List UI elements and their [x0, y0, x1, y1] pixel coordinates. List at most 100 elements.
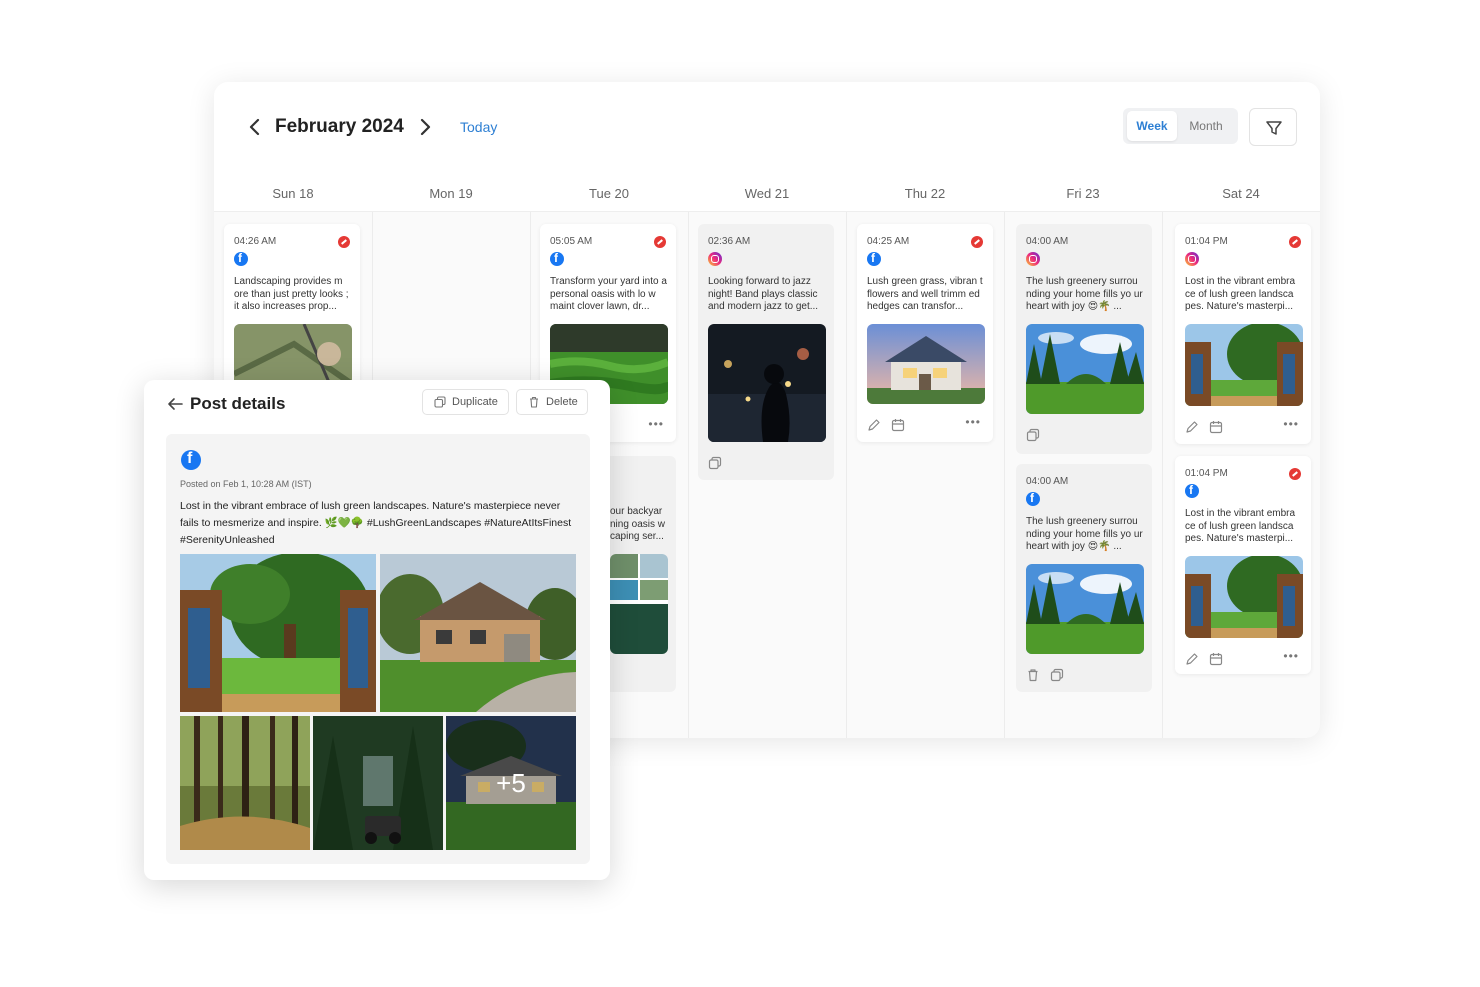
copy-icon[interactable]: [1050, 668, 1064, 682]
day-headers: Sun 18 Mon 19 Tue 20 Wed 21 Thu 22 Fri 2…: [214, 174, 1320, 212]
post-image: [1185, 556, 1303, 638]
copy-icon[interactable]: [708, 456, 722, 470]
today-button[interactable]: Today: [460, 119, 497, 135]
facebook-icon: [1185, 483, 1199, 498]
post-caption: Lost in the vibrant embrace of lush gree…: [180, 500, 572, 546]
gallery-image[interactable]: [180, 554, 376, 712]
gallery-image[interactable]: [313, 716, 443, 850]
post-image: [1026, 324, 1144, 414]
post-image: [610, 554, 668, 654]
post-time: 04:25 AM: [867, 236, 910, 247]
instagram-icon: [1185, 252, 1199, 266]
error-status-icon: [654, 236, 666, 248]
facebook-icon: [1026, 491, 1040, 506]
post-card-fri-2[interactable]: 04:00 AM The lush greenery surrou nding …: [1016, 464, 1152, 692]
facebook-icon: [181, 450, 201, 470]
day-header-mon: Mon 19: [429, 186, 473, 201]
post-image: [867, 324, 985, 404]
copy-icon: [434, 396, 446, 408]
card-actions: •••: [867, 416, 983, 432]
edit-icon[interactable]: [1185, 652, 1199, 666]
filter-button[interactable]: [1249, 108, 1297, 146]
card-actions: •••: [1185, 650, 1301, 666]
filter-icon: [1266, 121, 1282, 135]
calendar-icon[interactable]: [1209, 652, 1223, 666]
post-text: The lush greenery surrou nding your home…: [1026, 516, 1143, 552]
post-details-panel: Post details Duplicate Delete Posted on …: [144, 380, 610, 880]
duplicate-button[interactable]: Duplicate: [422, 389, 509, 415]
post-time: 02:36 AM: [708, 236, 751, 247]
post-text: our backyar ning oasis w caping ser...: [610, 506, 666, 542]
month-title: February 2024: [275, 116, 404, 137]
more-options-icon[interactable]: •••: [965, 416, 981, 428]
more-options-icon[interactable]: •••: [1283, 418, 1299, 430]
post-text: Landscaping provides m ore than just pre…: [234, 276, 349, 312]
column-divider: [846, 212, 847, 738]
facebook-icon: [550, 251, 564, 266]
facebook-icon: [234, 251, 248, 266]
day-header-thu: Thu 22: [904, 186, 946, 201]
error-status-icon: [971, 236, 983, 248]
post-time: 01:04 PM: [1185, 468, 1228, 479]
view-toggle: Week Month: [1123, 108, 1238, 144]
post-image: [708, 324, 826, 442]
card-actions: [1026, 668, 1142, 682]
edit-icon[interactable]: [867, 418, 881, 432]
day-header-sun: Sun 18: [272, 186, 314, 201]
edit-icon[interactable]: [1185, 420, 1199, 434]
column-divider: [688, 212, 689, 738]
post-card-fri[interactable]: 04:00 AM The lush greenery surrou nding …: [1016, 224, 1152, 454]
more-options-icon[interactable]: •••: [648, 418, 664, 430]
post-details-title: Post details: [190, 394, 286, 413]
post-image: [1026, 564, 1144, 654]
image-gallery: +5: [180, 554, 576, 850]
instagram-icon: [708, 252, 722, 266]
post-card-thu[interactable]: 04:25 AM Lush green grass, vibran t flow…: [857, 224, 993, 442]
day-header-tue: Tue 20: [589, 186, 629, 201]
posted-on-timestamp: Posted on Feb 1, 10:28 AM (IST): [180, 479, 312, 489]
gallery-image-more[interactable]: +5: [446, 716, 576, 850]
post-text: Looking forward to jazz night! Band play…: [708, 276, 819, 312]
post-text: Lush green grass, vibran t flowers and w…: [867, 276, 983, 312]
more-images-count: +5: [446, 716, 576, 850]
post-preview: Posted on Feb 1, 10:28 AM (IST) Lost in …: [166, 434, 590, 864]
facebook-icon: [867, 251, 881, 266]
day-header-sat: Sat 24: [1222, 186, 1260, 201]
copy-icon[interactable]: [1026, 428, 1040, 442]
chevron-left-icon[interactable]: [242, 114, 268, 140]
calendar-icon[interactable]: [891, 418, 905, 432]
month-view-button[interactable]: Month: [1181, 111, 1231, 141]
calendar-icon[interactable]: [1209, 420, 1223, 434]
day-header-fri: Fri 23: [1066, 186, 1100, 201]
chevron-right-icon[interactable]: [412, 114, 438, 140]
duplicate-label: Duplicate: [452, 396, 498, 408]
trash-icon: [530, 396, 538, 408]
card-actions: •••: [1185, 418, 1301, 434]
post-text: Lost in the vibrant embra ce of lush gre…: [1185, 276, 1296, 312]
post-card-wed[interactable]: 02:36 AM Looking forward to jazz night! …: [698, 224, 834, 480]
error-status-icon: [338, 236, 350, 248]
post-text: Lost in the vibrant embra ce of lush gre…: [1185, 508, 1296, 544]
calendar-header: February 2024 Today Week Month: [214, 82, 1320, 174]
gallery-image[interactable]: [180, 716, 310, 850]
error-status-icon: [1289, 468, 1301, 480]
delete-button[interactable]: Delete: [516, 389, 588, 415]
post-time: 01:04 PM: [1185, 236, 1228, 247]
card-actions: [1026, 428, 1142, 442]
week-view-button[interactable]: Week: [1127, 111, 1177, 141]
day-header-wed: Wed 21: [744, 186, 790, 201]
post-text: Transform your yard into a personal oasi…: [550, 276, 667, 312]
instagram-icon: [1026, 252, 1040, 266]
column-divider: [1004, 212, 1005, 738]
error-status-icon: [1289, 236, 1301, 248]
card-actions: [708, 456, 824, 470]
post-card-sat-2[interactable]: 01:04 PM Lost in the vibrant embra ce of…: [1175, 456, 1311, 674]
post-text: The lush greenery surrou nding your home…: [1026, 276, 1143, 312]
trash-icon[interactable]: [1026, 668, 1040, 682]
post-card-sat[interactable]: 01:04 PM Lost in the vibrant embra ce of…: [1175, 224, 1311, 444]
more-options-icon[interactable]: •••: [1283, 650, 1299, 662]
arrow-left-icon[interactable]: [166, 396, 184, 412]
post-time: 04:26 AM: [234, 236, 277, 247]
post-card-sun[interactable]: 04:26 AM Landscaping provides m ore than…: [224, 224, 360, 394]
gallery-image[interactable]: [380, 554, 576, 712]
